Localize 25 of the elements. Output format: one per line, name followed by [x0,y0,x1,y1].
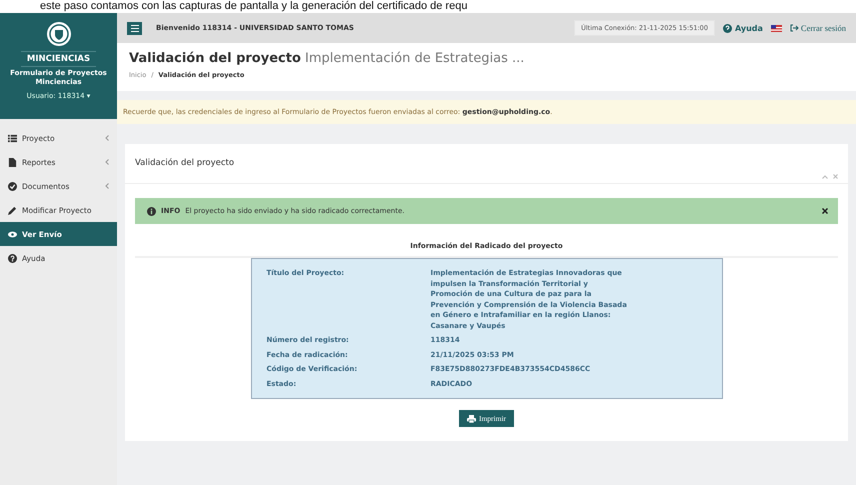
page-title: Validación del proyecto [129,51,301,66]
chevron-icon [105,183,109,189]
pencil-icon [8,206,17,214]
chevron-icon [105,135,109,141]
close-icon[interactable] [822,208,828,214]
emblem-icon [46,21,72,47]
help-link[interactable]: Ayuda [722,24,763,32]
brand-name: MINCIENCIAS [20,51,96,67]
printer-icon [466,414,476,422]
sign-out-icon [790,24,799,32]
menu-icon [130,24,138,32]
info-icon [147,206,156,216]
panel-title: Validación del proyecto [135,158,234,170]
page-subtitle: Implementación de Estrategias ... [305,51,524,66]
chevron-icon [105,159,109,165]
logout-link[interactable]: Cerrar sesión [790,23,846,33]
check-icon [8,182,17,190]
file-icon [8,158,17,166]
eye-icon [8,230,17,238]
flag-icon[interactable] [770,24,782,32]
help-icon [8,254,17,262]
caption-text: este paso contamos con las capturas de pantalla y la generación del certificado de requ [39,0,468,13]
list-icon [8,134,17,142]
menu-button[interactable] [127,22,142,34]
help-icon [722,24,732,32]
